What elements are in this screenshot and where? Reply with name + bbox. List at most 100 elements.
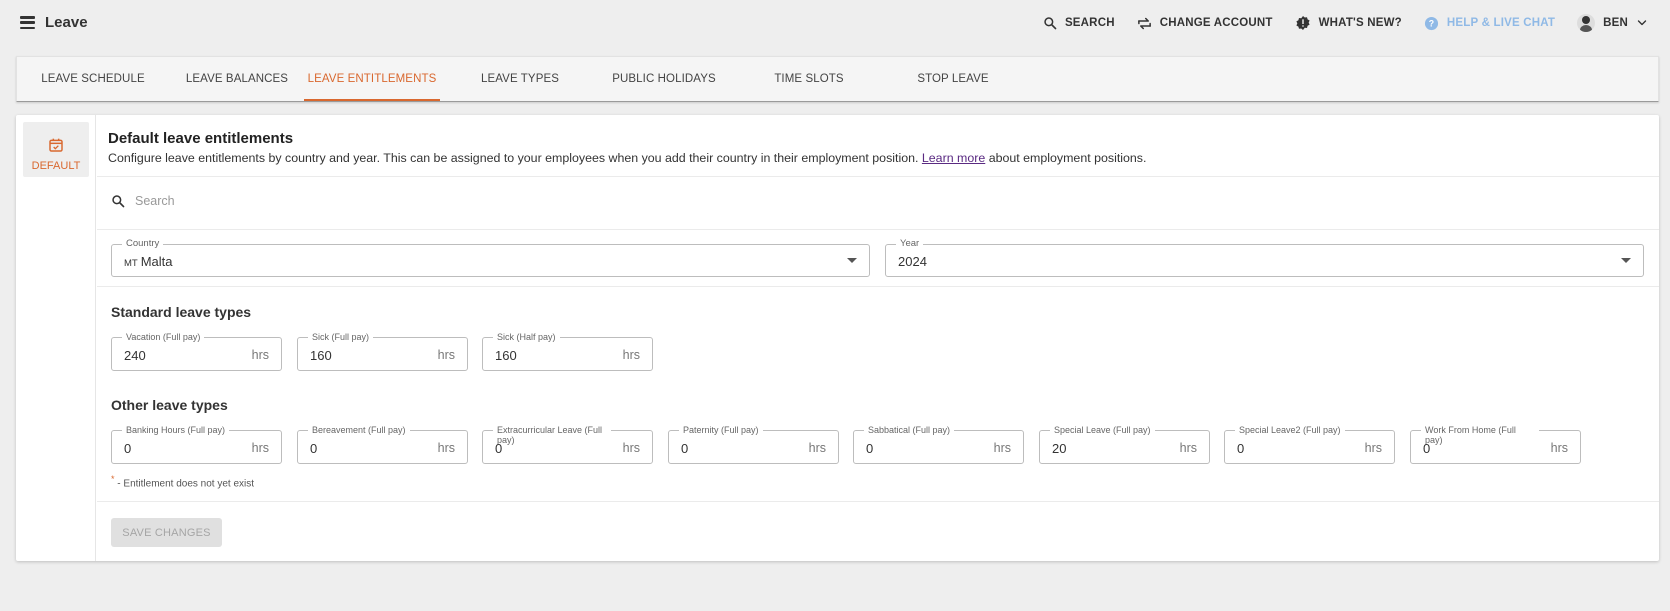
app-title: Leave bbox=[45, 14, 88, 31]
field-value[interactable]: 160 bbox=[310, 348, 332, 363]
search-button[interactable]: SEARCH bbox=[1043, 16, 1115, 30]
banking-hours-field[interactable]: Banking Hours (Full pay) 0 hrs bbox=[111, 425, 282, 464]
search-icon bbox=[1044, 17, 1057, 30]
tab-leave-types[interactable]: LEAVE TYPES bbox=[455, 57, 585, 101]
field-value[interactable]: 0 bbox=[866, 441, 873, 456]
tab-leave-schedule[interactable]: LEAVE SCHEDULE bbox=[28, 57, 158, 101]
field-unit: hrs bbox=[437, 348, 455, 362]
special-leave2-field[interactable]: Special Leave2 (Full pay) 0 hrs bbox=[1224, 425, 1395, 464]
search-button-label: SEARCH bbox=[1064, 17, 1115, 29]
whats-new-button[interactable]: WHAT'S NEW? bbox=[1295, 15, 1402, 31]
search-box[interactable]: Search bbox=[111, 194, 175, 208]
field-unit: hrs bbox=[622, 441, 640, 455]
field-unit: hrs bbox=[1550, 441, 1568, 455]
field-value[interactable]: 0 bbox=[1423, 441, 1430, 456]
field-label: Paternity (Full pay) bbox=[679, 425, 763, 435]
country-select[interactable]: Country MT Malta bbox=[111, 238, 870, 277]
sidebar-item-default-label: DEFAULT bbox=[31, 160, 81, 172]
field-label: Bereavement (Full pay) bbox=[308, 425, 410, 435]
field-label: Banking Hours (Full pay) bbox=[122, 425, 230, 435]
paternity-field[interactable]: Paternity (Full pay) 0 hrs bbox=[668, 425, 839, 464]
help-icon: ? bbox=[1424, 16, 1438, 30]
country-name: Malta bbox=[140, 254, 173, 269]
search-icon bbox=[112, 195, 125, 208]
description-text: Configure leave entitlements by country … bbox=[108, 151, 919, 165]
whats-new-label: WHAT'S NEW? bbox=[1318, 17, 1402, 29]
tab-leave-entitlements[interactable]: LEAVE ENTITLEMENTS bbox=[304, 57, 440, 101]
caret-down-icon bbox=[1621, 258, 1631, 263]
standard-leave-title: Standard leave types bbox=[111, 304, 252, 320]
country-label: Country bbox=[122, 238, 164, 249]
field-unit: hrs bbox=[1364, 441, 1382, 455]
top-nav: SEARCH CHANGE ACCOUNT WHAT'S NEW? ? HELP… bbox=[1043, 0, 1670, 46]
year-select[interactable]: Year 2024 bbox=[885, 238, 1644, 277]
tab-time-slots[interactable]: TIME SLOTS bbox=[744, 57, 874, 101]
field-value[interactable]: 0 bbox=[124, 441, 131, 456]
field-unit: hrs bbox=[622, 348, 640, 362]
caret-down-icon bbox=[847, 258, 857, 263]
app-header: Leave bbox=[20, 14, 88, 31]
field-unit: hrs bbox=[1179, 441, 1197, 455]
save-changes-button[interactable]: SAVE CHANGES bbox=[111, 518, 222, 547]
entitlements-card: DEFAULT Default leave entitlements Confi… bbox=[16, 115, 1659, 561]
field-value[interactable]: 0 bbox=[310, 441, 317, 456]
svg-text:?: ? bbox=[1429, 18, 1434, 28]
field-label: Sick (Full pay) bbox=[308, 332, 374, 342]
field-label: Sick (Half pay) bbox=[493, 332, 560, 342]
help-chat-button[interactable]: ? HELP & LIVE CHAT bbox=[1424, 16, 1555, 31]
field-value[interactable]: 0 bbox=[681, 441, 688, 456]
other-leave-title: Other leave types bbox=[111, 397, 228, 413]
divider bbox=[97, 501, 1659, 502]
divider bbox=[97, 286, 1659, 287]
field-value[interactable]: 240 bbox=[124, 348, 146, 363]
divider bbox=[97, 176, 1659, 177]
help-chat-label: HELP & LIVE CHAT bbox=[1446, 17, 1556, 29]
sidebar-item-default[interactable]: DEFAULT bbox=[23, 122, 89, 177]
field-label: Special Leave2 (Full pay) bbox=[1235, 425, 1345, 435]
year-label: Year bbox=[896, 238, 924, 249]
vacation-field[interactable]: Vacation (Full pay) 240 hrs bbox=[111, 332, 282, 371]
swap-icon bbox=[1137, 17, 1151, 29]
bereavement-field[interactable]: Bereavement (Full pay) 0 hrs bbox=[297, 425, 468, 464]
field-label: Special Leave (Full pay) bbox=[1050, 425, 1155, 435]
field-label: Work From Home (Full pay) bbox=[1421, 425, 1539, 445]
tab-bar: LEAVE SCHEDULE LEAVE BALANCES LEAVE ENTI… bbox=[16, 56, 1659, 102]
avatar bbox=[1577, 14, 1596, 32]
field-unit: hrs bbox=[808, 441, 826, 455]
special-leave-field[interactable]: Special Leave (Full pay) 20 hrs bbox=[1039, 425, 1210, 464]
field-value[interactable]: 20 bbox=[1052, 441, 1066, 456]
tab-stop-leave[interactable]: STOP LEAVE bbox=[888, 57, 1018, 101]
year-value: 2024 bbox=[898, 254, 927, 269]
change-account-button[interactable]: CHANGE ACCOUNT bbox=[1137, 16, 1273, 31]
learn-more-link[interactable]: Learn more bbox=[922, 151, 985, 165]
search-input[interactable]: Search bbox=[135, 194, 175, 208]
page-title: Default leave entitlements bbox=[108, 130, 294, 147]
user-name: BEN bbox=[1603, 17, 1628, 29]
field-value[interactable]: 0 bbox=[1237, 441, 1244, 456]
top-bar: Leave SEARCH CHANGE ACCOUNT WHAT'S NEW? … bbox=[0, 0, 1670, 50]
note-marker: * bbox=[111, 474, 115, 484]
tab-public-holidays[interactable]: PUBLIC HOLIDAYS bbox=[599, 57, 729, 101]
content-area: Default leave entitlements Configure lea… bbox=[97, 115, 1659, 561]
user-menu[interactable]: BEN bbox=[1577, 14, 1648, 32]
hamburger-menu-icon[interactable] bbox=[20, 16, 35, 29]
country-value: MT Malta bbox=[124, 254, 173, 269]
calendar-check-icon bbox=[49, 138, 63, 152]
page-description: Configure leave entitlements by country … bbox=[108, 151, 1146, 165]
extracurricular-field[interactable]: Extracurricular Leave (Full pay) 0 hrs bbox=[482, 425, 653, 464]
sabbatical-field[interactable]: Sabbatical (Full pay) 0 hrs bbox=[853, 425, 1024, 464]
tab-leave-balances[interactable]: LEAVE BALANCES bbox=[172, 57, 302, 101]
field-unit: hrs bbox=[993, 441, 1011, 455]
sick-full-field[interactable]: Sick (Full pay) 160 hrs bbox=[297, 332, 468, 371]
sidebar: DEFAULT bbox=[16, 115, 96, 561]
entitlement-note: * - Entitlement does not yet exist bbox=[111, 474, 254, 489]
field-value[interactable]: 0 bbox=[495, 441, 502, 456]
field-unit: hrs bbox=[251, 348, 269, 362]
field-value[interactable]: 160 bbox=[495, 348, 517, 363]
description-text-after: about employment positions. bbox=[988, 151, 1147, 165]
sick-half-field[interactable]: Sick (Half pay) 160 hrs bbox=[482, 332, 653, 371]
work-from-home-field[interactable]: Work From Home (Full pay) 0 hrs bbox=[1410, 425, 1581, 464]
field-unit: hrs bbox=[251, 441, 269, 455]
note-text: - Entitlement does not yet exist bbox=[117, 478, 255, 490]
chevron-down-icon bbox=[1637, 20, 1647, 26]
